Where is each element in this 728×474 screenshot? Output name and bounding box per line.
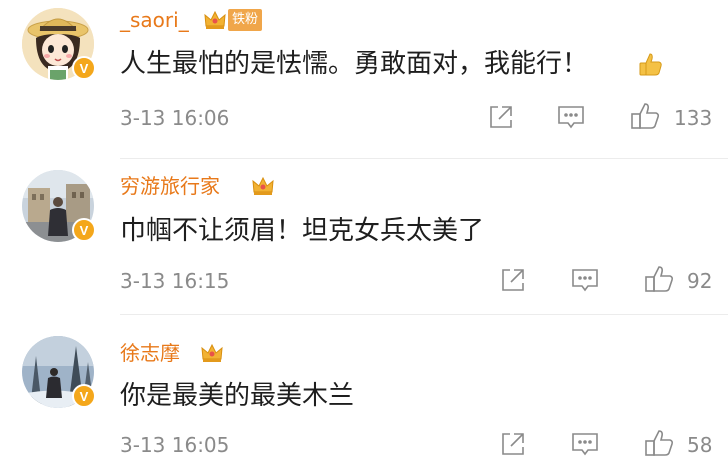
fan-badge: 铁粉 <box>228 9 263 31</box>
crown-icon <box>201 343 223 362</box>
like-count: 133 <box>674 106 713 130</box>
verified-badge-label: V <box>79 60 89 76</box>
verified-badge: V <box>72 56 96 80</box>
comment-icon[interactable] <box>570 265 600 295</box>
comment-item: V 穷游旅行家 巾帼不让须眉！坦克女兵太美了 3-13 16:15 92 <box>0 159 728 314</box>
username[interactable]: _saori_ <box>120 8 189 32</box>
share-icon[interactable] <box>486 102 516 132</box>
crown-icon <box>204 10 226 29</box>
username[interactable]: 穷游旅行家 <box>120 174 220 198</box>
like-count: 58 <box>687 433 713 457</box>
timestamp: 3-13 16:15 <box>120 269 230 293</box>
verified-badge-label: V <box>79 388 89 404</box>
verified-badge: V <box>72 384 96 408</box>
share-icon[interactable] <box>498 265 528 295</box>
like-icon[interactable] <box>644 264 674 294</box>
like-icon[interactable] <box>630 101 660 131</box>
verified-badge: V <box>72 218 96 242</box>
crown-icon <box>252 176 274 195</box>
comment-text: 巾帼不让须眉！坦克女兵太美了 <box>120 216 485 246</box>
username[interactable]: 徐志摩 <box>120 341 180 365</box>
like-count: 92 <box>687 269 713 293</box>
comment-text: 你是最美的最美木兰 <box>120 381 355 411</box>
timestamp: 3-13 16:06 <box>120 106 230 130</box>
verified-badge-label: V <box>79 222 89 238</box>
like-icon[interactable] <box>644 428 674 458</box>
thumbs-up-emoji-icon <box>639 53 662 76</box>
timestamp: 3-13 16:05 <box>120 433 230 457</box>
share-icon[interactable] <box>498 429 528 459</box>
comment-text: 人生最怕的是怯懦。勇敢面对，我能行！ <box>120 49 589 79</box>
comment-icon[interactable] <box>570 429 600 459</box>
comment-item: V _saori_ 铁粉 人生最怕的是怯懦。勇敢面对，我能行！ 3-13 16:… <box>0 0 728 158</box>
comment-icon[interactable] <box>556 102 586 132</box>
comment-item: V 徐志摩 你是最美的最美木兰 3-13 16:05 58 <box>0 315 728 474</box>
